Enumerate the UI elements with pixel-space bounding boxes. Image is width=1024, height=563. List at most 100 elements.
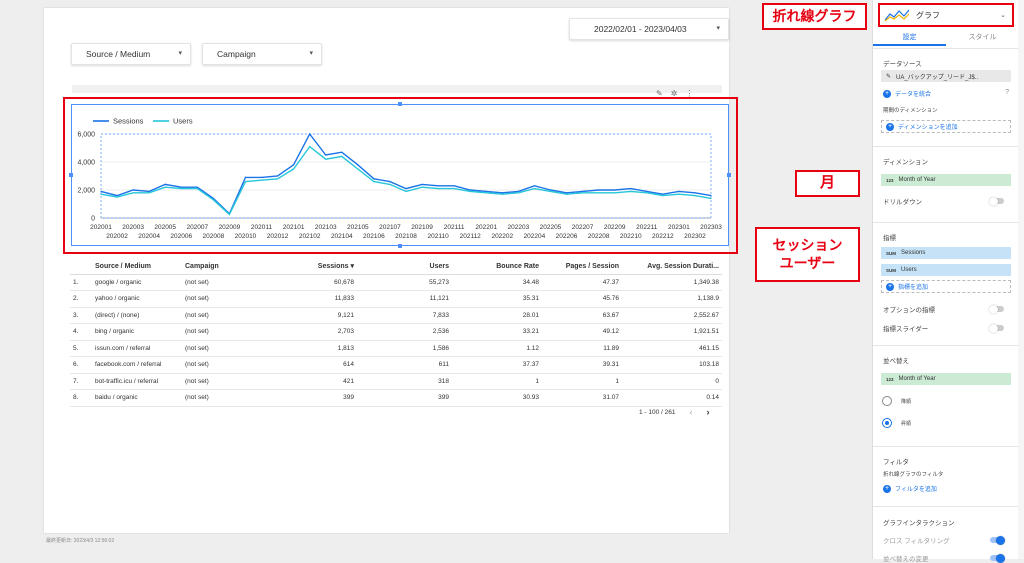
source-medium-cell: google / organic <box>92 274 182 291</box>
data-source-field[interactable]: ✎ UA_バックアップ_リード_J$.. <box>881 70 1011 82</box>
add-filter-button[interactable]: + フィルタを追加 <box>883 484 937 493</box>
add-dimension-button[interactable]: + ディメンションを追加 <box>881 120 1011 133</box>
campaign-cell: (not set) <box>182 356 262 374</box>
sort-change-toggle[interactable] <box>990 553 1005 563</box>
pages-session-cell: 45.76 <box>542 290 622 308</box>
bounce-rate-cell: 1.12 <box>452 340 542 357</box>
col-header-campaign[interactable]: Campaign <box>182 259 262 275</box>
last-updated: 最終更新日: 2023/4/3 12:56:02 <box>46 538 115 544</box>
col-header-users[interactable]: Users <box>357 259 452 275</box>
source-medium-filter[interactable]: Source / Medium ▾ <box>71 43 191 65</box>
add-filter-label: フィルタを追加 <box>895 487 937 493</box>
table-row[interactable]: 4. bing / organic (not set) 2,703 2,536 33.21… <box>70 323 722 341</box>
drilldown-label: ドリルダウン <box>883 199 922 206</box>
date-range-picker[interactable]: 2022/02/01 - 2023/04/03 ▾ <box>569 18 729 40</box>
metric-slider-label: 指標スライダー <box>883 326 929 333</box>
campaign-cell: (not set) <box>182 290 262 308</box>
avg-duration-cell: 1,349.38 <box>622 274 722 291</box>
table-row[interactable]: 1. google / organic (not set) 60,678 55,273 3… <box>70 274 722 291</box>
data-source-name: UA_バックアップ_リード_J$.. <box>896 74 979 81</box>
sort-title: 並べ替え <box>883 358 909 365</box>
blend-data-label: データを統合 <box>895 92 932 98</box>
cross-filter-toggle[interactable] <box>990 535 1005 545</box>
drilldown-toggle[interactable] <box>989 196 1004 206</box>
table-row[interactable]: 6. facebook.com / referral (not set) 614 611… <box>70 356 722 374</box>
filter-subtitle: 折れ線グラフのフィルタ <box>883 472 944 478</box>
table-row[interactable]: 2. yahoo / organic (not set) 11,833 11,121 35… <box>70 290 722 308</box>
col-header-pages-session[interactable]: Pages / Session <box>542 259 622 275</box>
col-header-avg-duration[interactable]: Avg. Session Durati... <box>622 259 722 275</box>
add-metric-button[interactable]: + 指標を追加 <box>881 280 1011 293</box>
plus-icon: + <box>886 122 894 131</box>
sort-asc-radio[interactable] <box>882 418 892 428</box>
scrollbar[interactable] <box>1018 0 1024 559</box>
chevron-left-icon[interactable]: ‹ <box>690 407 693 417</box>
dimension-field[interactable]: 123 Month of Year <box>881 174 1011 186</box>
source-medium-filter-label: Source / Medium <box>86 49 151 59</box>
panel-tabs: 設定 スタイル <box>873 32 1019 46</box>
col-header-source-medium[interactable]: Source / Medium <box>92 259 182 275</box>
campaign-filter[interactable]: Campaign ▾ <box>202 43 322 65</box>
row-index: 6. <box>70 356 92 374</box>
col-header-bounce-rate[interactable]: Bounce Rate <box>452 259 542 275</box>
callout-chart-type-text: 折れ線グラフ <box>772 7 857 24</box>
table-row[interactable]: 3. (direct) / (none) (not set) 9,121 7,833 28… <box>70 307 722 324</box>
pagination-label: 1 - 100 / 261 <box>639 408 676 416</box>
callout-session-user: セッション ユーザー <box>755 227 860 282</box>
table-row[interactable]: 8. baidu / organic (not set) 399 399 30.93 31.… <box>70 389 722 407</box>
interaction-title: グラフインタラクション <box>883 520 955 527</box>
campaign-cell: (not set) <box>182 340 262 357</box>
metric-users-label: Users <box>901 267 917 273</box>
help-icon[interactable]: ? <box>1005 89 1009 96</box>
tab-style[interactable]: スタイル <box>946 32 1019 46</box>
blend-data-button[interactable]: + データを統合 <box>883 89 931 98</box>
chart-type-selector[interactable]: グラフ ⌄ <box>878 3 1014 27</box>
sessions-cell: 9,121 <box>262 307 357 324</box>
metric-slider-toggle[interactable] <box>989 323 1004 333</box>
users-cell: 11,121 <box>357 290 452 308</box>
pages-session-cell: 49.12 <box>542 323 622 341</box>
avg-duration-cell: 1,921.51 <box>622 323 722 341</box>
users-cell: 318 <box>357 373 452 390</box>
table-row[interactable]: 5. issun.com / referral (not set) 1,813 1,58… <box>70 340 722 357</box>
chart-type-label: グラフ <box>916 10 940 20</box>
pages-session-cell: 63.67 <box>542 307 622 324</box>
table-header-row: Source / Medium Campaign Sessions ▾ User… <box>70 259 722 275</box>
table-row[interactable]: 7. bot-traffic.icu / referral (not set) 421… <box>70 373 722 390</box>
source-medium-cell: baidu / organic <box>92 389 182 407</box>
sessions-cell: 1,813 <box>262 340 357 357</box>
source-medium-cell: (direct) / (none) <box>92 307 182 324</box>
avg-duration-cell: 2,552.67 <box>622 307 722 324</box>
sort-field[interactable]: 123 Month of Year <box>881 373 1011 385</box>
metric-users[interactable]: SUM Users <box>881 264 1011 276</box>
date-dimension-title: 期間のディメンション <box>883 108 938 114</box>
metric-title: 指標 <box>883 235 896 242</box>
chevron-down-icon: ⌄ <box>1000 12 1006 19</box>
campaign-cell: (not set) <box>182 389 262 407</box>
avg-duration-cell: 461.15 <box>622 340 722 357</box>
avg-duration-cell: 0.14 <box>622 389 722 407</box>
source-medium-cell: bot-traffic.icu / referral <box>92 373 182 390</box>
dimension-title: ディメンション <box>883 159 929 166</box>
chevron-down-icon: ▾ <box>309 50 313 57</box>
avg-duration-cell: 1,138.9 <box>622 290 722 308</box>
campaign-cell: (not set) <box>182 307 262 324</box>
col-header-sessions[interactable]: Sessions ▾ <box>262 259 357 275</box>
optional-metrics-toggle[interactable] <box>989 304 1004 314</box>
bounce-rate-cell: 1 <box>452 373 542 390</box>
metric-sessions[interactable]: SUM Sessions <box>881 247 1011 259</box>
sort-desc-radio[interactable] <box>882 396 892 406</box>
sessions-cell: 2,703 <box>262 323 357 341</box>
add-metric-label: 指標を追加 <box>898 285 929 291</box>
chevron-down-icon: ▾ <box>716 25 720 32</box>
bounce-rate-cell: 33.21 <box>452 323 542 341</box>
tab-setup[interactable]: 設定 <box>873 32 946 46</box>
properties-panel: グラフ ⌄ 設定 スタイル データソース ✎ UA_バックアップ_リード_J$.… <box>872 0 1019 563</box>
bounce-rate-cell: 34.48 <box>452 274 542 291</box>
dimension-field-label: Month of Year <box>898 177 936 183</box>
avg-duration-cell: 0 <box>622 373 722 390</box>
chevron-right-icon[interactable]: › <box>707 407 710 417</box>
metric-sessions-label: Sessions <box>901 250 926 256</box>
bounce-rate-cell: 35.31 <box>452 290 542 308</box>
users-cell: 611 <box>357 356 452 374</box>
